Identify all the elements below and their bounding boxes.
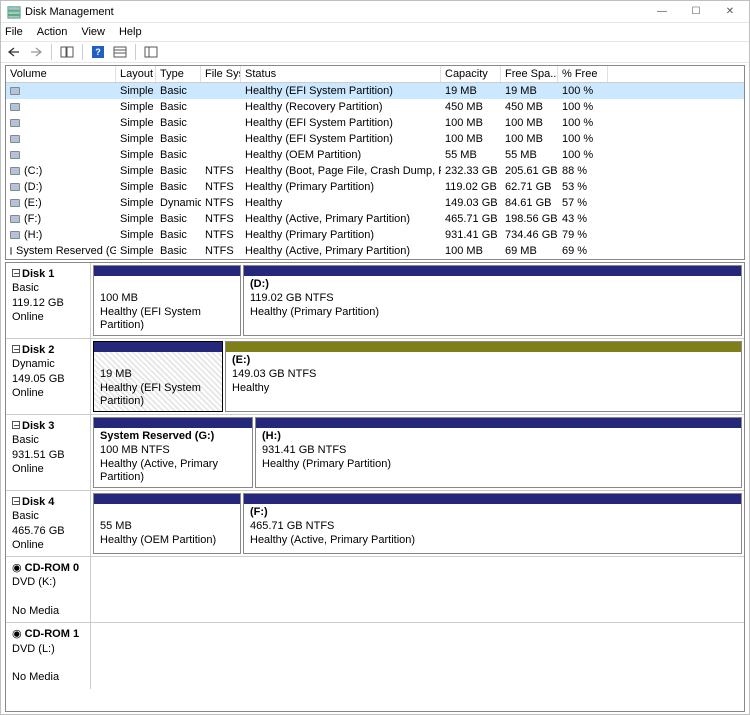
partition-efi-selected[interactable]: 19 MBHealthy (EFI System Partition)	[93, 341, 223, 412]
menu-action[interactable]: Action	[37, 26, 68, 38]
toolbar-separator	[51, 44, 52, 60]
list-view-button[interactable]	[111, 43, 129, 61]
menu-view[interactable]: View	[81, 26, 105, 38]
volume-list-body: SimpleBasicHealthy (EFI System Partition…	[6, 83, 744, 259]
drive-icon	[10, 103, 20, 111]
drive-icon	[10, 183, 20, 191]
graphical-view[interactable]: Disk 1 Basic 119.12 GB Online 100 MBHeal…	[5, 262, 745, 712]
partition-h[interactable]: (H:)931.41 GB NTFSHealthy (Primary Parti…	[255, 417, 742, 488]
table-row[interactable]: (H:)SimpleBasicNTFSHealthy (Primary Part…	[6, 227, 744, 243]
disk-management-window: Disk Management — ☐ ✕ File Action View H…	[0, 0, 750, 715]
partition-e[interactable]: (E:)149.03 GB NTFSHealthy	[225, 341, 742, 412]
menu-help[interactable]: Help	[119, 26, 142, 38]
disk-label: Disk 3 Basic 931.51 GB Online	[6, 415, 91, 490]
table-row[interactable]: SimpleBasicHealthy (EFI System Partition…	[6, 115, 744, 131]
drive-icon	[10, 151, 20, 159]
drive-icon	[10, 247, 12, 255]
back-button[interactable]	[5, 43, 23, 61]
drive-icon	[10, 167, 20, 175]
table-row[interactable]: (C:)SimpleBasicNTFSHealthy (Boot, Page F…	[6, 163, 744, 179]
table-row[interactable]: (D:)SimpleBasicNTFSHealthy (Primary Part…	[6, 179, 744, 195]
partition-bar	[256, 418, 741, 428]
drive-icon	[10, 87, 20, 95]
drive-icon	[10, 135, 20, 143]
partition-bar	[244, 266, 741, 276]
partition-bar	[94, 266, 240, 276]
partition-bar	[244, 494, 741, 504]
window-title: Disk Management	[25, 6, 645, 18]
details-button[interactable]	[142, 43, 160, 61]
collapse-icon[interactable]	[12, 345, 20, 353]
cdrom-row-1[interactable]: ◉ CD-ROM 1 DVD (L:) No Media	[6, 623, 744, 688]
volume-list-header: Volume Layout Type File Sys... Status Ca…	[6, 66, 744, 83]
toolbar-separator	[135, 44, 136, 60]
partition-bar	[94, 418, 252, 428]
show-hide-button[interactable]	[58, 43, 76, 61]
titlebar[interactable]: Disk Management — ☐ ✕	[1, 1, 749, 23]
forward-button[interactable]	[27, 43, 45, 61]
cd-icon: ◉	[12, 562, 22, 574]
disk-label: Disk 2 Dynamic 149.05 GB Online	[6, 339, 91, 414]
disk-label: Disk 4 Basic 465.76 GB Online	[6, 491, 91, 556]
disk-row-3[interactable]: Disk 3 Basic 931.51 GB Online System Res…	[6, 415, 744, 491]
partition-oem[interactable]: 55 MBHealthy (OEM Partition)	[93, 493, 241, 554]
partition-bar	[94, 494, 240, 504]
partition-bar	[226, 342, 741, 352]
toolbar-separator	[82, 44, 83, 60]
col-filesys[interactable]: File Sys...	[201, 66, 241, 82]
table-row[interactable]: (E:)SimpleDynamicNTFSHealthy149.03 GB84.…	[6, 195, 744, 211]
drive-stack-icon	[7, 5, 21, 19]
close-button[interactable]: ✕	[713, 2, 747, 22]
table-row[interactable]: SimpleBasicHealthy (OEM Partition)55 MB5…	[6, 147, 744, 163]
maximize-button[interactable]: ☐	[679, 2, 713, 22]
disk-row-2[interactable]: Disk 2 Dynamic 149.05 GB Online 19 MBHea…	[6, 339, 744, 415]
volume-list[interactable]: Volume Layout Type File Sys... Status Ca…	[5, 65, 745, 260]
help-button[interactable]: ?	[89, 43, 107, 61]
drive-icon	[10, 215, 20, 223]
partition-bar	[94, 342, 222, 352]
col-volume[interactable]: Volume	[6, 66, 116, 82]
disk-row-4[interactable]: Disk 4 Basic 465.76 GB Online 55 MBHealt…	[6, 491, 744, 557]
col-layout[interactable]: Layout	[116, 66, 156, 82]
col-pctfree[interactable]: % Free	[558, 66, 608, 82]
col-capacity[interactable]: Capacity	[441, 66, 501, 82]
drive-icon	[10, 199, 20, 207]
menu-file[interactable]: File	[5, 26, 23, 38]
svg-text:?: ?	[95, 47, 101, 57]
disk-label: Disk 1 Basic 119.12 GB Online	[6, 263, 91, 338]
disk-label: ◉ CD-ROM 1 DVD (L:) No Media	[6, 623, 91, 688]
table-row[interactable]: System Reserved (G:)SimpleBasicNTFSHealt…	[6, 243, 744, 259]
table-row[interactable]: SimpleBasicHealthy (Recovery Partition)4…	[6, 99, 744, 115]
collapse-icon[interactable]	[12, 497, 20, 505]
col-freespace[interactable]: Free Spa...	[501, 66, 558, 82]
menubar: File Action View Help	[1, 23, 749, 41]
drive-icon	[10, 231, 20, 239]
table-row[interactable]: (F:)SimpleBasicNTFSHealthy (Active, Prim…	[6, 211, 744, 227]
toolbar: ?	[1, 41, 749, 63]
cd-icon: ◉	[12, 628, 22, 640]
collapse-icon[interactable]	[12, 421, 20, 429]
minimize-button[interactable]: —	[645, 2, 679, 22]
partition-f[interactable]: (F:)465.71 GB NTFSHealthy (Active, Prima…	[243, 493, 742, 554]
collapse-icon[interactable]	[12, 269, 20, 277]
drive-icon	[10, 119, 20, 127]
table-row[interactable]: SimpleBasicHealthy (EFI System Partition…	[6, 83, 744, 99]
table-row[interactable]: SimpleBasicHealthy (EFI System Partition…	[6, 131, 744, 147]
col-type[interactable]: Type	[156, 66, 201, 82]
partition-d[interactable]: (D:)119.02 GB NTFSHealthy (Primary Parti…	[243, 265, 742, 336]
col-status[interactable]: Status	[241, 66, 441, 82]
disk-row-1[interactable]: Disk 1 Basic 119.12 GB Online 100 MBHeal…	[6, 263, 744, 339]
disk-label: ◉ CD-ROM 0 DVD (K:) No Media	[6, 557, 91, 622]
cdrom-row-0[interactable]: ◉ CD-ROM 0 DVD (K:) No Media	[6, 557, 744, 623]
partition-efi[interactable]: 100 MBHealthy (EFI System Partition)	[93, 265, 241, 336]
partition-system-reserved[interactable]: System Reserved (G:)100 MB NTFSHealthy (…	[93, 417, 253, 488]
